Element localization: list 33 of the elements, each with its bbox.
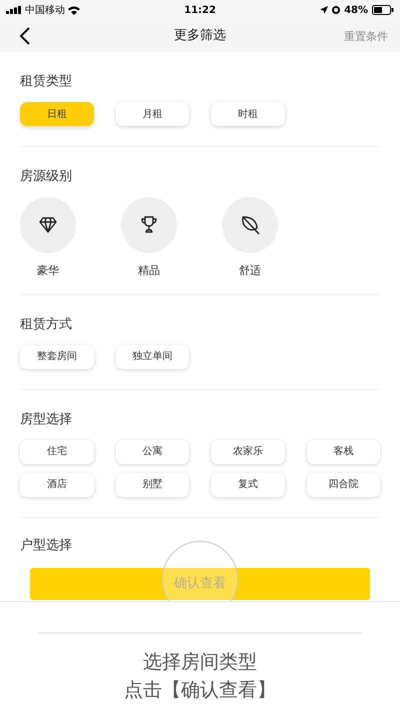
option-chip[interactable]: 客栈 — [306, 440, 380, 464]
level-label: 舒适 — [239, 263, 261, 279]
option-chip[interactable]: 住宅 — [20, 440, 94, 464]
option-chip[interactable]: 独立单间 — [116, 344, 189, 368]
section-title: 租赁方式 — [20, 316, 73, 334]
signal-icon — [6, 6, 22, 14]
section-title: 户型选择 — [20, 536, 73, 554]
page-title: 更多筛选 — [174, 27, 226, 46]
option-chip[interactable]: 别墅 — [116, 472, 189, 496]
option-chip[interactable]: 整套房间 — [20, 344, 94, 368]
option-chip[interactable]: 酒店 — [20, 472, 94, 496]
option-chip[interactable]: 四合院 — [306, 472, 380, 496]
section-title: 房型选择 — [20, 410, 73, 428]
caption-line: 点击【确认查看】 — [124, 678, 276, 703]
option-chip[interactable]: 时租 — [211, 102, 284, 126]
option-chip[interactable]: 农家乐 — [211, 440, 284, 464]
section-title: 房源级别 — [20, 168, 73, 186]
carrier-name: 中国移动 — [25, 4, 65, 18]
level-label: 精品 — [138, 263, 160, 279]
clock-time: 11:22 — [184, 4, 216, 18]
back-button[interactable] — [18, 27, 32, 45]
battery-percent: 48% — [344, 4, 368, 18]
level-label: 豪华 — [37, 263, 59, 279]
section-title: 租赁类型 — [20, 73, 73, 91]
option-chip[interactable]: 月租 — [116, 102, 189, 126]
option-chip[interactable]: 复式 — [211, 472, 284, 496]
battery-icon — [372, 5, 394, 15]
wifi-icon — [68, 6, 80, 14]
option-chip[interactable]: 日租 — [20, 102, 94, 126]
option-chip[interactable]: 公寓 — [116, 440, 189, 464]
caption-line: 选择房间类型 — [143, 650, 257, 675]
alarm-icon — [332, 6, 340, 14]
location-arrow-icon — [320, 6, 328, 14]
